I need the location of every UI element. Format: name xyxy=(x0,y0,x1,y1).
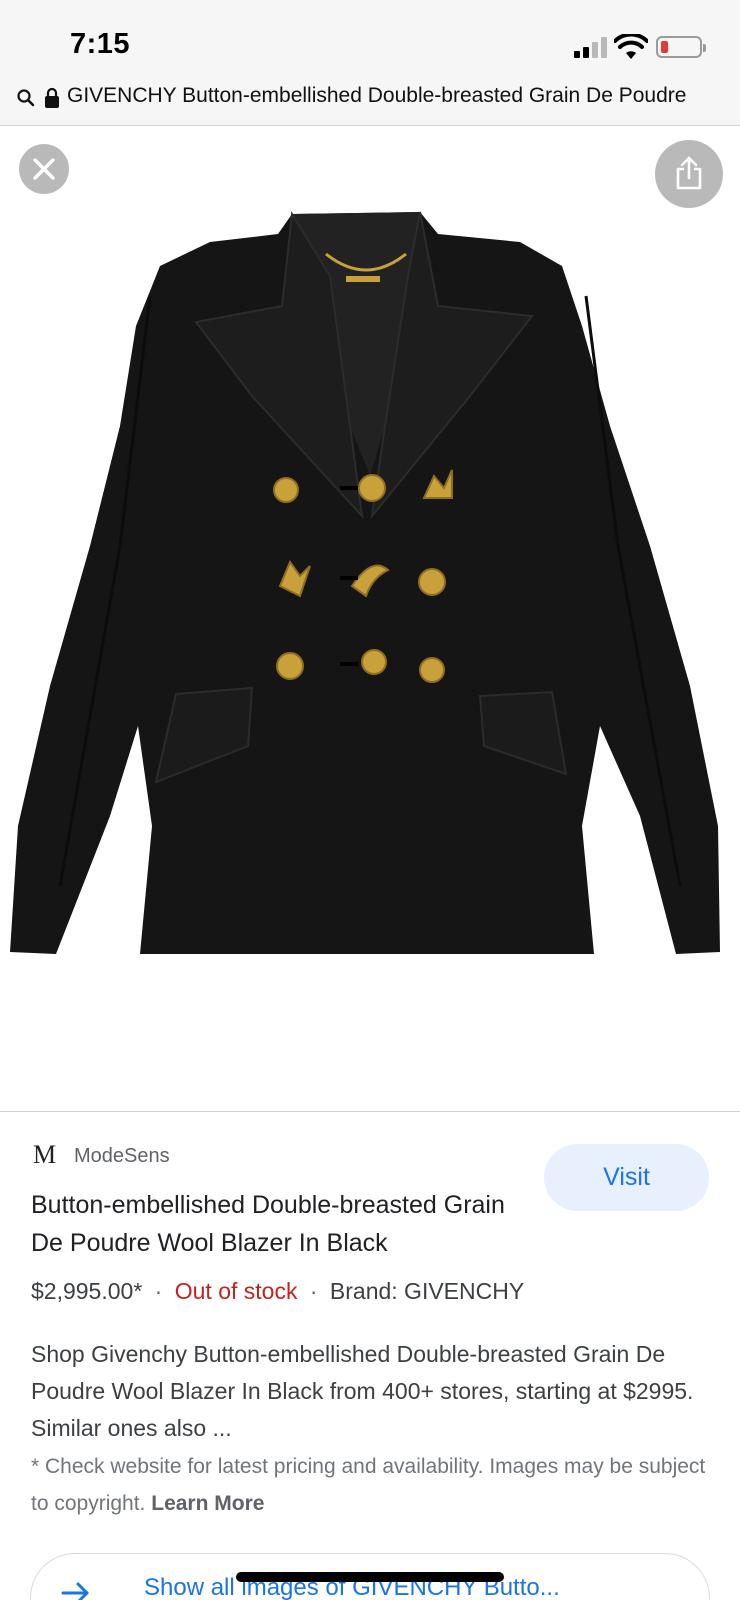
price-row: $2,995.00* · Out of stock · Brand: GIVEN… xyxy=(31,1278,524,1305)
status-bar: 7:15 xyxy=(0,0,740,76)
price: $2,995.00* xyxy=(31,1278,143,1304)
close-button[interactable] xyxy=(19,144,69,194)
source-name: ModeSens xyxy=(74,1145,170,1167)
wifi-icon xyxy=(614,34,648,59)
status-time: 7:15 xyxy=(70,28,131,60)
search-icon xyxy=(17,89,35,107)
cellular-signal-icon xyxy=(574,36,608,58)
lock-icon xyxy=(45,87,59,108)
arrow-right-icon xyxy=(61,1582,89,1600)
disclaimer: * Check website for latest pricing and a… xyxy=(31,1448,721,1522)
learn-more-link[interactable]: Learn More xyxy=(151,1492,264,1515)
url-text: GIVENCHY Button-embellished Double-breas… xyxy=(67,84,687,107)
modesens-logo-icon: M xyxy=(33,1140,57,1169)
address-bar[interactable]: GIVENCHY Button-embellished Double-breas… xyxy=(0,76,740,126)
product-title[interactable]: Button-embellished Double-breasted Grain… xyxy=(31,1186,541,1262)
home-indicator[interactable] xyxy=(236,1572,504,1582)
separator: · xyxy=(154,1278,163,1304)
divider xyxy=(0,1111,740,1112)
close-icon xyxy=(33,158,55,180)
visit-button[interactable]: Visit xyxy=(544,1144,709,1211)
stock-status: Out of stock xyxy=(174,1278,298,1304)
blazer-image xyxy=(10,210,720,954)
disclaimer-text: * Check website for latest pricing and a… xyxy=(31,1455,706,1515)
product-image[interactable] xyxy=(0,126,740,1111)
share-button[interactable] xyxy=(655,140,723,208)
brand: Brand: GIVENCHY xyxy=(329,1278,525,1304)
battery-icon xyxy=(656,36,706,58)
description: Shop Givenchy Button-embellished Double-… xyxy=(31,1341,694,1441)
share-icon xyxy=(676,156,702,190)
separator: · xyxy=(309,1278,318,1304)
